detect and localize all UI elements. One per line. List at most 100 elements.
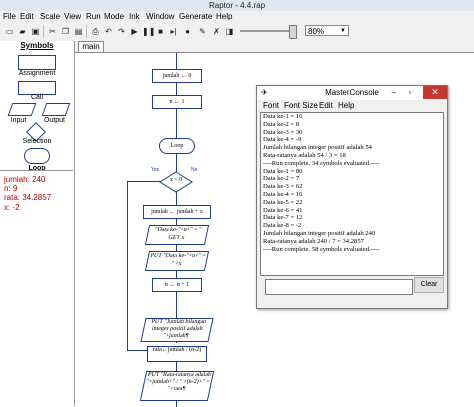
erase-icon[interactable]: ✗ xyxy=(210,25,223,38)
copy-icon[interactable]: ❐ xyxy=(59,25,72,38)
speed-slider-handle[interactable] xyxy=(289,25,297,39)
menu-help[interactable]: Help xyxy=(216,11,232,22)
menu-scale[interactable]: Scale xyxy=(40,11,60,22)
console-menu-help[interactable]: Help xyxy=(338,100,354,111)
no-label: No xyxy=(191,167,198,173)
console-line: Data ke-2 = 8 xyxy=(263,120,300,128)
output-average[interactable]: PUT "Rata-ratanya adalah "+jumlah+" / " … xyxy=(139,371,215,401)
output-symbol[interactable] xyxy=(41,103,71,116)
speed-slider[interactable] xyxy=(240,30,294,32)
console-line: Data ke-7 = 12 xyxy=(263,214,303,222)
output-node[interactable]: PUT "Data ke-"+n+" = " +x xyxy=(144,251,210,271)
print-icon[interactable]: ⎙ xyxy=(89,25,102,38)
assignment-increment[interactable]: n ← n + 1 xyxy=(152,278,202,292)
chevron-down-icon: ▼ xyxy=(340,28,346,34)
output-label: Output xyxy=(43,117,65,124)
zoom-select[interactable]: 80% ▼ xyxy=(305,25,349,36)
paste-icon[interactable]: ▤ xyxy=(72,25,85,38)
assignment-sum[interactable]: jumlah ← jumlah + x xyxy=(143,205,211,219)
window-title: Raptor - 4.4.rap xyxy=(208,1,266,10)
play-icon[interactable]: ▶ xyxy=(128,25,141,38)
redo-icon[interactable]: ↷ xyxy=(115,25,128,38)
menu-mode[interactable]: Mode xyxy=(104,11,124,22)
console-line: Jumlah bilangan integer positif adalah 2… xyxy=(263,229,376,237)
open-file-icon[interactable]: ▰ xyxy=(16,25,29,38)
maximize-icon[interactable]: ▫ xyxy=(403,86,417,99)
stop-icon[interactable]: ■ xyxy=(154,25,167,38)
zoom-value: 80% xyxy=(308,27,325,36)
console-menu-edit[interactable]: Edit xyxy=(319,100,333,111)
menu-file[interactable]: File xyxy=(3,11,16,22)
assignment-symbol[interactable] xyxy=(18,55,56,70)
console-input-field[interactable] xyxy=(265,279,413,295)
console-line: Data ke-1 = 16 xyxy=(263,113,303,120)
new-file-icon[interactable]: ▭ xyxy=(3,25,16,38)
breakpoint-icon[interactable]: ● xyxy=(181,25,194,38)
console-line: Data ke-3 = 62 xyxy=(263,183,303,191)
console-line: Data ke-4 = 16 xyxy=(263,190,303,198)
output-total[interactable]: PUT "Jumlah bilangan integer positif ada… xyxy=(140,318,214,342)
console-menu-font[interactable]: Font xyxy=(263,100,279,111)
menu-generate[interactable]: Generate xyxy=(179,11,212,22)
menu-ink[interactable]: Ink xyxy=(129,11,140,22)
menu-view[interactable]: View xyxy=(64,11,81,22)
minimize-icon[interactable]: – xyxy=(387,86,401,99)
assignment-n[interactable]: n ← 1 xyxy=(152,95,202,109)
console-line: ----Run complete. 58 symbols evaluated.-… xyxy=(263,245,380,253)
yes-label: Yes xyxy=(151,167,160,173)
cut-icon[interactable]: ✂ xyxy=(46,25,59,38)
watch-variable: x: -2 xyxy=(4,203,20,212)
toolbar-separator xyxy=(86,25,87,38)
console-line: Data ke-4 = -9 xyxy=(263,136,302,144)
console-line: Data ke-3 = 30 xyxy=(263,128,303,136)
toolbar: ▭ ▰ ▣ ✂ ❐ ▤ ⎙ ↶ ↷ ▶ ❚❚ ■ ▸| ● ✎ ✗ ◨ xyxy=(0,22,474,42)
input-node[interactable]: "Data ke-"+n+" = " GET x xyxy=(144,225,210,245)
console-title: MasterConsole xyxy=(325,88,379,97)
selection-label: Selection xyxy=(22,138,52,145)
console-output[interactable]: Data ke-1 = 16 Data ke-2 = 8 Data ke-3 =… xyxy=(260,112,444,276)
watch-window: jumlah: 240 n: 9 rata: 34.2857 x: -2 xyxy=(0,170,73,407)
pen-icon[interactable]: ✎ xyxy=(196,25,209,38)
console-line: Jumlah bilangan integer positif adalah 5… xyxy=(263,144,372,152)
console-line: Rata-ratanya adalah 240 / 7 = 34.2857 xyxy=(263,237,364,245)
save-file-icon[interactable]: ▣ xyxy=(29,25,42,38)
loop-node[interactable]: Loop xyxy=(159,138,195,154)
input-label: Input xyxy=(10,117,27,124)
master-console-window: ✈ MasterConsole – ▫ ✕ Font Font Size Edi… xyxy=(256,85,448,309)
call-symbol[interactable] xyxy=(18,81,56,95)
decision-text: x < 0 xyxy=(169,177,183,183)
console-line: ----Run complete. 34 symbols evaluated.-… xyxy=(263,159,380,167)
watch-variable: rata: 34.2857 xyxy=(4,193,52,202)
watch-variable: n: 9 xyxy=(4,184,18,193)
assignment-average[interactable]: rata←jumlah / (n-2) xyxy=(147,346,207,362)
console-line: Data ke-8 = -2 xyxy=(263,222,302,230)
console-line: Data ke-6 = 41 xyxy=(263,206,303,214)
console-menu-font-size[interactable]: Font Size xyxy=(284,100,318,111)
clear-button[interactable]: Clear xyxy=(414,277,444,293)
assignment-label: Assignment xyxy=(18,70,56,77)
input-symbol[interactable] xyxy=(7,103,37,116)
loop-symbol[interactable] xyxy=(24,148,50,164)
symbols-header: Symbols xyxy=(20,41,54,50)
console-line: Data ke-2 = 7 xyxy=(263,175,300,183)
tab-strip xyxy=(75,41,474,51)
console-line: Data ke-1 = 80 xyxy=(263,167,303,175)
step-icon[interactable]: ▸| xyxy=(167,25,180,38)
loop-return-line xyxy=(127,181,128,351)
menu-window[interactable]: Window xyxy=(146,11,174,22)
menu-run[interactable]: Run xyxy=(86,11,101,22)
assignment-jumlah[interactable]: jumlah ← 0 xyxy=(152,69,202,83)
decision-node[interactable]: x < 0 xyxy=(159,171,193,193)
toolbar-separator xyxy=(43,25,44,38)
console-menu-bar: Font Font Size Edit Help xyxy=(257,100,447,111)
console-line: Data ke-5 = 22 xyxy=(263,198,303,206)
pause-icon[interactable]: ❚❚ xyxy=(141,25,155,38)
close-icon[interactable]: ✕ xyxy=(423,86,447,99)
menu-edit[interactable]: Edit xyxy=(20,11,34,22)
color-icon[interactable]: ◨ xyxy=(223,25,236,38)
tab-main[interactable]: main xyxy=(78,41,104,52)
call-label: Call xyxy=(30,94,44,101)
undo-icon[interactable]: ↶ xyxy=(102,25,115,38)
watch-variable: jumlah: 240 xyxy=(4,175,46,184)
console-line: Rata-ratanya adalah 54 / 3 = 18 xyxy=(263,151,346,159)
